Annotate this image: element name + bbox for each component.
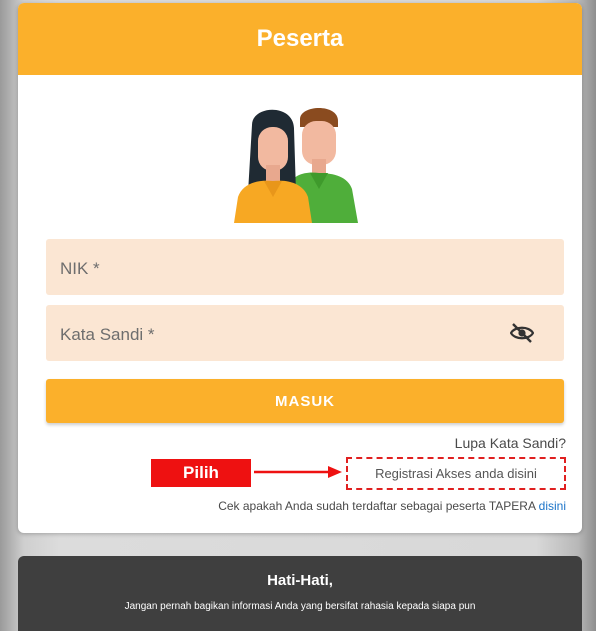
warning-title: Hati-Hati, [267,572,333,589]
password-field[interactable]: Kata Sandi * [46,305,568,363]
login-card: Peserta NIK * Kata Sandi * MASUK Lupa Ka… [18,3,582,533]
warning-panel: Hati-Hati, Jangan pernah bagikan informa… [18,556,582,631]
card-title: Peserta [256,25,344,52]
eye-off-icon[interactable] [510,323,534,343]
participants-illustration [234,108,358,223]
warning-message: Jangan pernah bagikan informasi Anda yan… [124,601,476,612]
nik-field[interactable]: NIK * [46,239,568,297]
callout-label: Pilih [151,459,251,487]
card-header: Peserta [18,3,582,75]
register-highlight-box: Registrasi Akses anda disini [346,457,566,490]
nik-input[interactable] [46,239,568,297]
arrow-right-icon [254,466,342,478]
check-registration-text: Cek apakah Anda sudah terdaftar sebagai … [218,499,539,513]
login-button[interactable]: MASUK [46,379,564,423]
check-registration-link[interactable]: disini [539,499,566,513]
check-registration-line: Cek apakah Anda sudah terdaftar sebagai … [218,499,566,513]
register-link[interactable]: Registrasi Akses anda disini [375,466,537,481]
password-input[interactable] [46,305,568,363]
forgot-password-link[interactable]: Lupa Kata Sandi? [455,435,566,451]
